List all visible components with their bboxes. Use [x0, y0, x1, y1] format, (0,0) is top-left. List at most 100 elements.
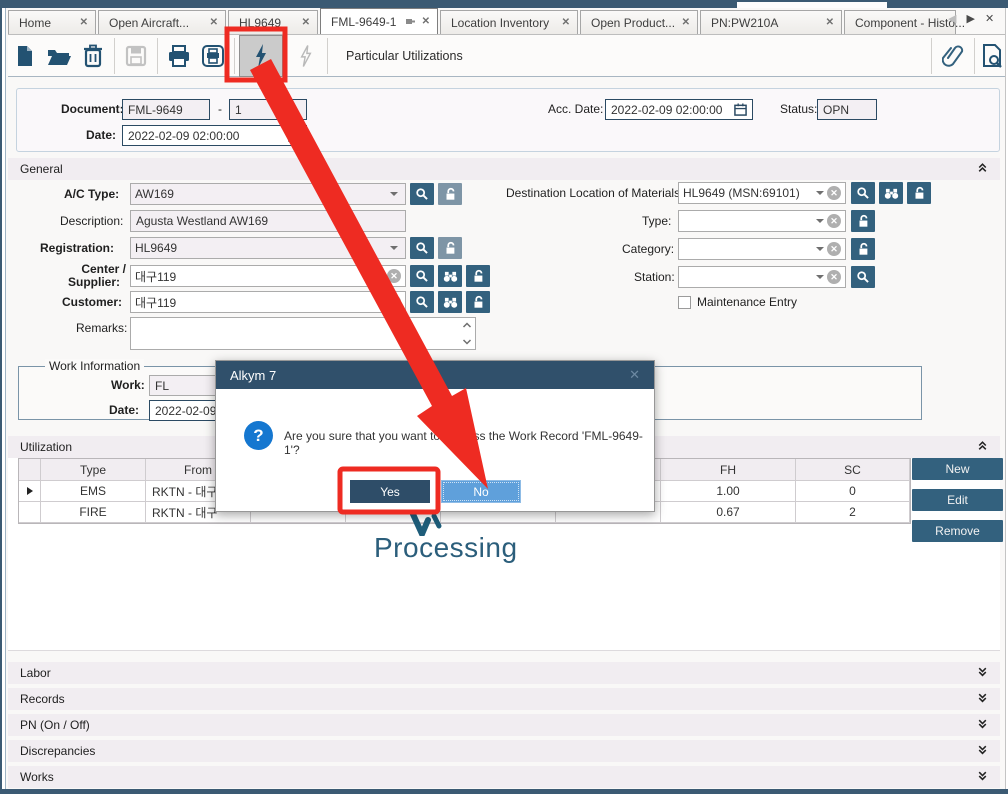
attachments-button[interactable] — [936, 39, 970, 73]
type-unlock-button[interactable] — [851, 210, 875, 232]
tab-scroll-left-icon[interactable]: ◀ — [948, 12, 956, 25]
tab-close-icon[interactable]: ✕ — [80, 17, 88, 28]
destination-unlock-button[interactable] — [907, 182, 931, 204]
tab-location-inventory[interactable]: Location Inventory ✕ — [440, 10, 578, 34]
ac-type-dropdown[interactable]: AW169 — [130, 183, 406, 205]
new-record-button[interactable]: New — [912, 458, 1003, 480]
status-value: OPN — [823, 103, 849, 117]
print-button[interactable] — [162, 39, 196, 73]
col-sc-header[interactable]: SC — [796, 459, 910, 481]
tab-close-icon[interactable]: ✕ — [826, 17, 834, 28]
expand-down-icon[interactable] — [977, 666, 988, 680]
spinner-up-icon[interactable] — [462, 321, 472, 329]
section-labor[interactable]: Labor — [8, 662, 1000, 684]
print-preview-button[interactable] — [196, 39, 230, 73]
maintenance-entry-checkbox[interactable] — [678, 296, 691, 309]
station-search-button[interactable] — [851, 266, 875, 288]
col-type-header[interactable]: Type — [41, 459, 146, 481]
tab-component-history[interactable]: Component - Histo... — [844, 10, 956, 34]
dialog-close-icon[interactable]: ✕ — [629, 367, 640, 383]
category-dropdown[interactable]: ✕ — [678, 238, 846, 260]
type-dropdown[interactable]: ✕ — [678, 210, 846, 232]
clear-icon[interactable]: ✕ — [387, 295, 401, 309]
maintenance-entry-checkbox-row[interactable]: Maintenance Entry — [678, 295, 797, 309]
remarks-label: Remarks: — [76, 321, 127, 335]
spinner-down-icon[interactable] — [462, 338, 472, 346]
unlock-icon — [471, 295, 485, 309]
expand-down-icon[interactable] — [977, 692, 988, 706]
section-records[interactable]: Records — [8, 688, 1000, 710]
clear-icon[interactable]: ✕ — [387, 269, 401, 283]
open-button[interactable] — [42, 39, 76, 73]
customer-binoculars-button[interactable] — [438, 291, 462, 313]
process-button[interactable] — [239, 35, 283, 77]
tab-close-icon[interactable]: ✕ — [302, 17, 310, 28]
edit-record-button[interactable]: Edit — [912, 489, 1003, 511]
delete-button[interactable] — [76, 39, 110, 73]
tab-label: Home — [19, 16, 74, 30]
tab-fml-9649-1[interactable]: FML-9649-1 ✕ — [320, 8, 438, 34]
document-revision-field[interactable]: 1 — [229, 99, 307, 120]
collapse-up-icon[interactable] — [977, 162, 988, 176]
remove-record-button[interactable]: Remove — [912, 520, 1003, 542]
row-selector-cell — [19, 481, 41, 502]
ac-type-search-button[interactable] — [410, 183, 434, 205]
document-report-button[interactable] — [979, 39, 1005, 73]
tab-hl9649[interactable]: HL9649 ✕ — [228, 10, 318, 34]
tab-close-icon[interactable]: ✕ — [210, 17, 218, 28]
section-works[interactable]: Works — [8, 766, 1000, 788]
tab-open-product[interactable]: Open Product... ✕ — [580, 10, 698, 34]
tab-open-aircraft[interactable]: Open Aircraft... ✕ — [98, 10, 226, 34]
destination-search-button[interactable] — [851, 182, 875, 204]
ac-type-unlock-button[interactable] — [438, 183, 462, 205]
customer-unlock-button[interactable] — [466, 291, 490, 313]
date-field[interactable]: 2022-02-09 02:00:00 — [122, 125, 307, 146]
clear-icon[interactable]: ✕ — [827, 242, 841, 256]
dialog-no-button[interactable]: No — [441, 480, 521, 503]
destination-dropdown[interactable]: HL9649 (MSN:69101) ✕ — [678, 182, 846, 204]
pin-icon[interactable] — [405, 16, 416, 27]
destination-binoculars-button[interactable] — [879, 182, 903, 204]
remarks-textarea[interactable] — [130, 317, 476, 350]
tab-pn-pw210a[interactable]: PN:PW210A ✕ — [700, 10, 842, 34]
registration-dropdown[interactable]: HL9649 — [130, 237, 406, 259]
clear-icon[interactable]: ✕ — [827, 214, 841, 228]
expand-down-icon[interactable] — [977, 770, 988, 784]
process-alt-button[interactable] — [289, 39, 323, 73]
tab-close-icon[interactable]: ✕ — [422, 16, 430, 27]
general-section-header[interactable]: General — [8, 158, 1000, 180]
station-dropdown[interactable]: ✕ — [678, 266, 846, 288]
section-discrepancies[interactable]: Discrepancies — [8, 740, 1000, 762]
center-supplier-binoculars-button[interactable] — [438, 265, 462, 287]
new-document-icon — [14, 44, 36, 68]
calendar-icon[interactable] — [288, 129, 301, 142]
center-supplier-unlock-button[interactable] — [466, 265, 490, 287]
col-fh-header[interactable]: FH — [661, 459, 796, 481]
registration-unlock-button[interactable] — [438, 237, 462, 259]
clear-icon[interactable]: ✕ — [827, 270, 841, 284]
document-number-field[interactable]: FML-9649 — [122, 99, 210, 120]
tab-home[interactable]: Home ✕ — [8, 10, 96, 34]
acc-date-field[interactable]: 2022-02-09 02:00:00 — [605, 99, 753, 120]
expand-down-icon[interactable] — [977, 718, 988, 732]
general-section-title: General — [20, 162, 63, 176]
customer-dropdown[interactable]: 대구119 ✕ — [130, 291, 406, 313]
tab-list-close-icon[interactable]: ✕ — [985, 12, 994, 25]
registration-search-button[interactable] — [410, 237, 434, 259]
dialog-titlebar[interactable]: Alkym 7 ✕ — [216, 361, 654, 389]
tab-scroll-right-icon[interactable]: ▶ — [966, 12, 974, 25]
customer-search-button[interactable] — [410, 291, 434, 313]
save-button[interactable] — [119, 39, 153, 73]
clear-icon[interactable]: ✕ — [827, 186, 841, 200]
center-supplier-search-button[interactable] — [410, 265, 434, 287]
expand-down-icon[interactable] — [977, 744, 988, 758]
section-pn-on-off[interactable]: PN (On / Off) — [8, 714, 1000, 736]
tab-close-icon[interactable]: ✕ — [562, 17, 570, 28]
new-button[interactable] — [8, 39, 42, 73]
category-unlock-button[interactable] — [851, 238, 875, 260]
dialog-yes-button[interactable]: Yes — [350, 480, 430, 503]
tab-close-icon[interactable]: ✕ — [682, 17, 690, 28]
center-supplier-dropdown[interactable]: 대구119 ✕ — [130, 265, 406, 287]
collapse-up-icon[interactable] — [977, 440, 988, 454]
calendar-icon[interactable] — [734, 103, 747, 116]
